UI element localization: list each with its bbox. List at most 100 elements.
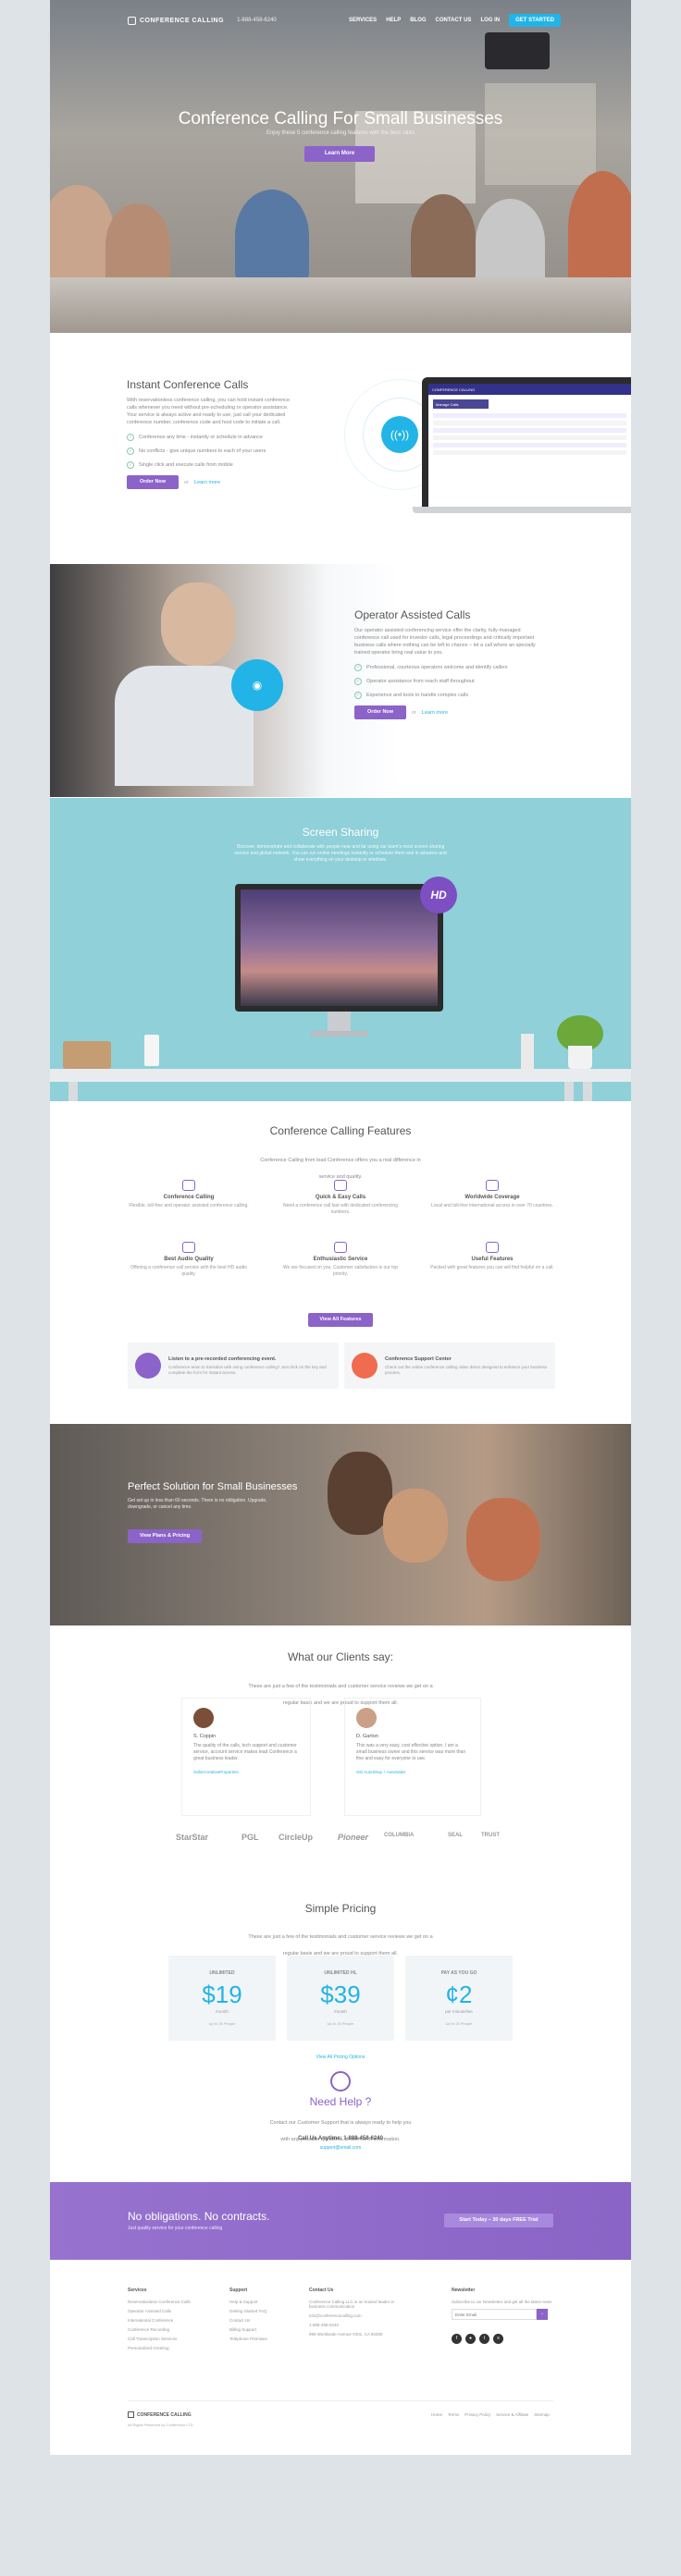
operator-order-button[interactable]: Order Now	[354, 705, 406, 719]
microphone-icon	[135, 1353, 161, 1379]
hero-learn-more-button[interactable]: Learn More	[304, 146, 375, 162]
cta-title: No obligations. No contracts.	[128, 2210, 270, 2223]
help-email-link[interactable]: support@email.com	[50, 2145, 631, 2151]
instant-order-button[interactable]: Order Now	[127, 475, 179, 489]
pricing-subtitle: These are just a few of the testimonials…	[248, 1934, 433, 1957]
screen-title: Screen Sharing	[302, 826, 379, 839]
testimonial-quote: This was a very easy, cost effective opt…	[356, 1743, 466, 1761]
operator-learn-link[interactable]: Learn more	[422, 710, 448, 716]
testimonial-link[interactable]: SollerCreativeProperties	[193, 1770, 299, 1774]
nav-phone: 1-888-458-6240	[237, 18, 277, 23]
cta-subtitle: Just quality service for your conference…	[128, 2226, 223, 2231]
nav-link-contact[interactable]: CONTACT US	[436, 18, 472, 23]
operator-title: Operator Assisted Calls	[354, 608, 471, 621]
operator-bullet: ✓ Operator assistance from reach staff th…	[354, 678, 475, 685]
monitor-stand	[328, 1012, 351, 1032]
plant-pot-image	[568, 1046, 592, 1069]
help-icon	[330, 2071, 351, 2091]
globe-icon	[486, 1180, 499, 1191]
instant-learn-link[interactable]: Learn more	[194, 480, 220, 485]
check-icon: ✓	[127, 461, 134, 469]
footer-link[interactable]: Billing Support	[229, 2327, 267, 2332]
wireless-icon: ((•))	[381, 416, 418, 453]
view-all-features-button[interactable]: View All Features	[308, 1313, 373, 1327]
lifebuoy-icon	[352, 1353, 378, 1379]
person-image	[235, 190, 309, 282]
footer-services: Services Reservationless Conference Call…	[128, 2288, 191, 2350]
view-plans-button[interactable]: View Plans & Pricing	[128, 1529, 202, 1543]
footer-link-affiliate[interactable]: Service & Affiliate	[496, 2412, 528, 2417]
twitter-icon[interactable]: t	[479, 2333, 489, 2344]
footer-link[interactable]: Contact Us	[229, 2318, 267, 2323]
desk-leg	[583, 1082, 592, 1101]
cta-section: No obligations. No contracts. Just quali…	[50, 2182, 631, 2260]
nav-link-help[interactable]: HELP	[386, 18, 401, 23]
logo[interactable]: CONFERENCE CALLING	[128, 16, 225, 25]
footer-link[interactable]: Call Transcription Services	[128, 2337, 191, 2341]
support-center-card[interactable]: Conference Support Center Check out the o…	[344, 1343, 555, 1389]
screen-text: Discover, demonstrate and collaborate wi…	[234, 844, 447, 863]
feature-item: Conference Calling Flexible, toll-free an…	[124, 1180, 254, 1209]
footer-link-sitemap[interactable]: Sitemap	[534, 2412, 550, 2417]
recorded-event-card[interactable]: Listen to a pre-recorded conferencing ev…	[128, 1343, 339, 1389]
phone-icon	[182, 1180, 195, 1191]
partner-logo: COLUMBIA	[384, 1833, 415, 1838]
footer-divider	[128, 2400, 553, 2401]
laptop-brand: CONFERENCE CALLING	[428, 384, 631, 395]
partner-logo: SEAL	[448, 1833, 464, 1838]
footer-contact: Contact Us Conference Calling LLC is an …	[309, 2288, 402, 2341]
footer-link-home[interactable]: Home	[431, 2412, 442, 2417]
testimonial-link[interactable]: SSI AutoShop + AutoSales	[356, 1770, 469, 1774]
instant-text: With reservationless conference calling,…	[127, 398, 291, 425]
footer-support: Support Help & Support Getting Started F…	[229, 2288, 267, 2341]
operator-content: Operator Assisted Calls Our operator ass…	[354, 608, 539, 719]
perfect-solution-section: Perfect Solution for Small Businesses Ge…	[50, 1424, 631, 1625]
nav-link-services[interactable]: SERVICES	[349, 18, 377, 23]
footer-link[interactable]: Operator Assisted Calls	[128, 2309, 191, 2313]
features-icon	[486, 1242, 499, 1253]
pricing-options-link[interactable]: View All Pricing Options	[50, 2055, 631, 2060]
pricing-card-pay-as-you-go[interactable]: PAY AS YOU GO ¢2 per minute/line Up to 25 P…	[405, 1956, 513, 2041]
footer-link[interactable]: Help & Support	[229, 2300, 267, 2304]
logo-text: CONFERENCE CALLING	[140, 17, 225, 24]
newsletter-submit-icon[interactable]: ›	[537, 2309, 548, 2320]
help-call: Call Us Anytime: 1-888-458-6240	[298, 2136, 383, 2141]
laptop-panel: Manage Calls	[433, 399, 489, 409]
pen-holder-image	[521, 1034, 534, 1069]
nav-link-blog[interactable]: BLOG	[410, 18, 426, 23]
footer-link[interactable]: Conference Recording	[128, 2327, 191, 2332]
check-icon: ✓	[354, 678, 362, 685]
footer-link-terms[interactable]: Terms	[448, 2412, 459, 2417]
partner-logo: CircleUp	[279, 1833, 314, 1842]
get-started-button[interactable]: GET STARTED	[509, 14, 561, 27]
chat-icon[interactable]: ●	[465, 2333, 476, 2344]
footer-copyright: All Rights Reserved by Conference LTD	[128, 2423, 193, 2427]
footer-link[interactable]: International Conference	[128, 2318, 191, 2323]
newsletter-email-input[interactable]	[452, 2309, 537, 2320]
operator-bullet: ✓ Experience and tools to handle complex …	[354, 692, 469, 699]
pricing-card-unlimited[interactable]: UNLIMITED $19/month Up to 25 People	[168, 1956, 276, 2041]
desk-image	[50, 1069, 631, 1082]
free-trial-button[interactable]: Start Today – 30 days FREE Trial	[444, 2214, 553, 2227]
footer-link[interactable]: Reservationless Conference Calls	[128, 2300, 191, 2304]
feature-item: Quick & Easy Calls Need a conference call…	[276, 1180, 405, 1216]
instant-bullet: ✓ No conflicts - give unique numbers to e…	[127, 448, 266, 455]
footer-link[interactable]: Getting Started FAQ	[229, 2309, 267, 2313]
pricing-card-unlimited-hl[interactable]: UNLIMITED HL $39/month Up to 25 People	[287, 1956, 394, 2041]
operator-face-image	[161, 583, 235, 666]
footer-link-privacy[interactable]: Privacy Policy	[464, 2412, 490, 2417]
instant-section: Instant Conference Calls With reservatio…	[127, 378, 293, 489]
desk-box-image	[63, 1041, 111, 1069]
or-text: or	[412, 709, 416, 716]
facebook-icon[interactable]: f	[452, 2333, 462, 2344]
person-image	[476, 199, 545, 287]
nav-link-login[interactable]: LOG IN	[480, 18, 500, 23]
footer-link[interactable]: Telephone Premises	[229, 2337, 267, 2341]
feature-item: Worldwide Coverage Local and toll-free in…	[427, 1180, 557, 1209]
skype-icon[interactable]: s	[493, 2333, 503, 2344]
footer-email-link[interactable]: info@conferencecalling.com	[309, 2313, 402, 2318]
page: CONFERENCE CALLING 1-888-458-6240 SERVIC…	[50, 0, 631, 2455]
footer-link[interactable]: Personalized Greeting	[128, 2346, 191, 2350]
check-icon: ✓	[354, 692, 362, 699]
footer-logo[interactable]: CONFERENCE CALLING	[128, 2411, 192, 2418]
